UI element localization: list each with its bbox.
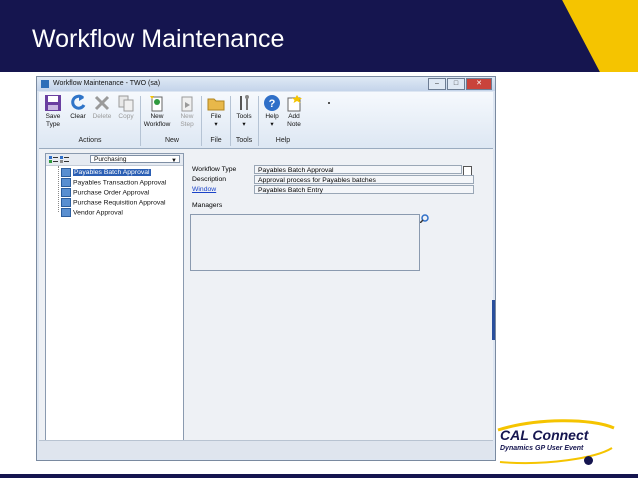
chevron-down-icon: ▾ bbox=[242, 121, 246, 128]
copy-button[interactable]: Copy bbox=[114, 94, 138, 121]
tree-item-purchase-requisition-approval[interactable]: Purchase Requisition Approval bbox=[61, 198, 166, 207]
cal-connect-logo: CAL Connect Dynamics GP User Event bbox=[496, 418, 616, 468]
app-icon bbox=[41, 80, 49, 88]
lookup-icon[interactable] bbox=[420, 214, 429, 223]
workflow-type-label: Workflow Type bbox=[192, 166, 237, 173]
managers-list[interactable] bbox=[190, 214, 420, 271]
new-step-button[interactable]: New Step bbox=[175, 94, 199, 129]
new-step-icon bbox=[178, 94, 196, 112]
logo-title: CAL Connect bbox=[500, 427, 589, 443]
new-workflow-button[interactable]: New Workflow bbox=[143, 94, 171, 129]
new-step-label: New Step bbox=[180, 113, 194, 128]
group-help: Help bbox=[275, 137, 291, 144]
new-workflow-icon bbox=[148, 94, 166, 112]
tools-menu-button[interactable]: Tools ▾ bbox=[232, 94, 256, 129]
tree-item-payables-batch-approval[interactable]: Payables Batch Approval bbox=[61, 168, 151, 177]
workflow-icon bbox=[61, 168, 71, 177]
window-link[interactable]: Window bbox=[192, 186, 216, 193]
side-strip bbox=[492, 300, 495, 340]
save-icon bbox=[44, 94, 62, 112]
minimize-button[interactable]: – bbox=[428, 78, 446, 90]
delete-label: Delete bbox=[92, 113, 112, 120]
folder-icon bbox=[207, 94, 225, 112]
svg-text:?: ? bbox=[269, 98, 276, 110]
workflow-icon bbox=[61, 198, 71, 207]
description-field[interactable]: Approval process for Payables batches bbox=[254, 175, 474, 184]
window-titlebar: Workflow Maintenance - TWO (sa) – □ ✕ bbox=[37, 77, 495, 91]
help-icon: ? bbox=[263, 94, 281, 112]
file-menu-button[interactable]: File ▾ bbox=[204, 94, 228, 129]
help-menu-button[interactable]: ? Help ▾ bbox=[260, 94, 284, 129]
copy-label: Copy bbox=[118, 113, 134, 120]
workflow-icon bbox=[61, 208, 71, 217]
managers-label: Managers bbox=[192, 202, 223, 209]
close-button[interactable]: ✕ bbox=[466, 78, 492, 90]
header-accent bbox=[560, 0, 638, 72]
logo-subtitle: Dynamics GP User Event bbox=[500, 445, 584, 452]
header-rule bbox=[0, 72, 638, 74]
workflow-icon bbox=[61, 188, 71, 197]
new-workflow-label: New Workflow bbox=[143, 113, 171, 128]
window-title: Workflow Maintenance - TWO (sa) bbox=[53, 80, 161, 87]
logo-dot bbox=[584, 456, 593, 465]
add-note-button[interactable]: Add Note bbox=[282, 94, 306, 129]
file-label: File bbox=[210, 113, 222, 120]
ribbon-dot bbox=[328, 102, 330, 104]
group-new: New bbox=[164, 137, 179, 144]
chevron-down-icon[interactable]: ▼ bbox=[171, 157, 177, 165]
separator bbox=[140, 96, 141, 146]
footer-rule bbox=[0, 474, 638, 478]
series-combo[interactable]: Purchasing ▼ bbox=[90, 155, 180, 165]
workflow-tree-panel: Purchasing ▼ Payables Batch Approval Pay… bbox=[45, 153, 184, 441]
tree-item-payables-transaction-approval[interactable]: Payables Transaction Approval bbox=[61, 178, 166, 187]
add-note-label: Add Note bbox=[287, 113, 301, 128]
tools-label: Tools bbox=[236, 113, 252, 120]
clear-button[interactable]: Clear bbox=[66, 94, 90, 121]
tree-item-purchase-order-approval[interactable]: Purchase Order Approval bbox=[61, 188, 149, 197]
group-actions: Actions bbox=[78, 137, 102, 144]
tree-item-label: Purchase Order Approval bbox=[73, 189, 150, 197]
slide-header: Workflow Maintenance bbox=[0, 0, 638, 72]
copy-icon bbox=[117, 94, 135, 112]
note-icon bbox=[285, 94, 303, 112]
status-bar bbox=[39, 440, 493, 459]
workflow-type-field: Payables Batch Approval bbox=[254, 165, 462, 174]
tools-icon bbox=[235, 94, 253, 112]
chevron-down-icon: ▾ bbox=[214, 121, 218, 128]
chevron-down-icon: ▾ bbox=[270, 121, 274, 128]
group-file: File bbox=[210, 137, 222, 144]
tree-item-label: Payables Transaction Approval bbox=[73, 179, 167, 187]
tree-item-label: Payables Batch Approval bbox=[73, 169, 151, 177]
slide-title: Workflow Maintenance bbox=[32, 25, 285, 53]
tree-connector bbox=[58, 166, 60, 212]
group-tools: Tools bbox=[235, 137, 253, 144]
description-label: Description bbox=[192, 176, 226, 183]
window-content: Purchasing ▼ Payables Batch Approval Pay… bbox=[39, 149, 493, 459]
maximize-button[interactable]: □ bbox=[447, 78, 465, 90]
save-type-button[interactable]: Save Type bbox=[41, 94, 65, 129]
workflow-icon bbox=[61, 178, 71, 187]
clear-icon bbox=[69, 94, 87, 112]
series-combo-value: Purchasing bbox=[94, 156, 127, 163]
window-field: Payables Batch Entry bbox=[254, 185, 474, 194]
separator bbox=[201, 96, 202, 146]
tree-item-vendor-approval[interactable]: Vendor Approval bbox=[61, 208, 123, 217]
help-label: Help bbox=[265, 113, 279, 120]
tree-header: Purchasing ▼ bbox=[46, 154, 183, 166]
clear-label: Clear bbox=[70, 113, 86, 120]
save-type-label: Save Type bbox=[45, 113, 61, 128]
tree-item-label: Purchase Requisition Approval bbox=[73, 199, 166, 207]
tree-item-label: Vendor Approval bbox=[73, 209, 123, 217]
ribbon-toolbar: Save Type Clear Delete Copy New Workflow… bbox=[39, 92, 493, 149]
delete-button[interactable]: Delete bbox=[90, 94, 114, 121]
logo-swoosh bbox=[497, 419, 615, 465]
tree-view-icon[interactable] bbox=[49, 156, 69, 163]
delete-icon bbox=[93, 94, 111, 112]
